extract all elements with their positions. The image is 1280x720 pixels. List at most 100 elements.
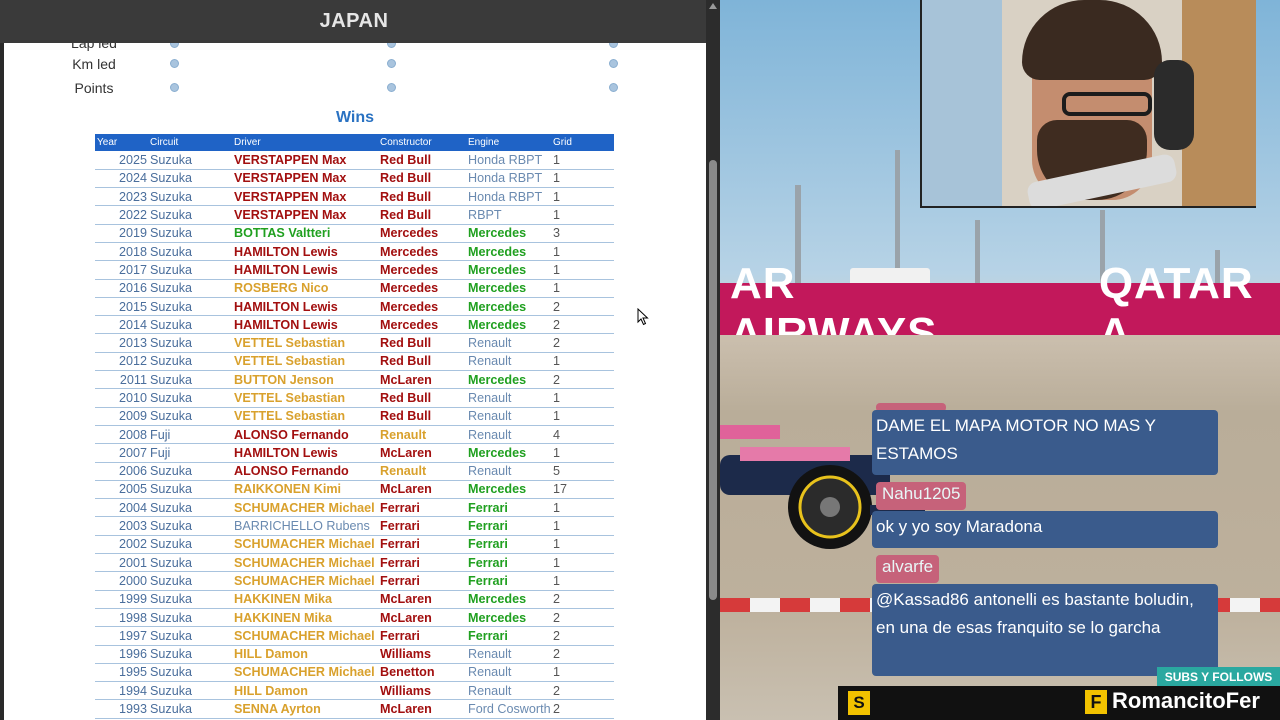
engine-link[interactable]: Renault [466,663,551,683]
engine-link[interactable]: Mercedes [466,297,551,317]
circuit-cell[interactable]: Suzuka [148,407,232,426]
engine-link[interactable]: Renault [466,645,551,664]
constructor-link[interactable]: Mercedes [378,242,466,262]
constructor-link[interactable]: Ferrari [378,535,466,555]
scroll-thumb[interactable] [709,160,717,600]
engine-link[interactable]: Mercedes [466,315,551,335]
circuit-cell[interactable]: Suzuka [148,590,232,609]
engine-link[interactable]: Ford Cosworth [466,699,551,719]
engine-link[interactable]: Renault [466,333,551,353]
driver-link[interactable]: VETTEL Sebastian [232,407,378,426]
engine-link[interactable]: RBPT [466,205,551,225]
constructor-link[interactable]: McLaren [378,443,466,463]
engine-link[interactable]: Mercedes [466,443,551,463]
driver-link[interactable]: VERSTAPPEN Max [232,151,378,170]
constructor-link[interactable]: Red Bull [378,205,466,225]
driver-link[interactable]: SCHUMACHER Michael [232,535,378,555]
circuit-cell[interactable]: Suzuka [148,462,232,481]
constructor-link[interactable]: Mercedes [378,297,466,317]
driver-link[interactable]: VERSTAPPEN Max [232,205,378,225]
circuit-cell[interactable]: Suzuka [148,626,232,646]
driver-link[interactable]: HAKKINEN Mika [232,608,378,628]
circuit-cell[interactable]: Suzuka [148,279,232,298]
engine-link[interactable]: Renault [466,352,551,372]
page-scrollbar[interactable] [706,0,720,720]
circuit-cell[interactable]: Suzuka [148,169,232,189]
constructor-link[interactable]: Red Bull [378,333,466,353]
constructor-link[interactable]: Ferrari [378,571,466,591]
circuit-cell[interactable]: Suzuka [148,187,232,207]
circuit-cell[interactable]: Suzuka [148,315,232,335]
circuit-cell[interactable]: Fuji [148,443,232,463]
circuit-cell[interactable]: Suzuka [148,260,232,280]
driver-link[interactable]: ROSBERG Nico [232,279,378,298]
engine-link[interactable]: Mercedes [466,260,551,280]
circuit-cell[interactable]: Suzuka [148,571,232,591]
constructor-link[interactable]: Williams [378,645,466,664]
driver-link[interactable]: SCHUMACHER Michael [232,498,378,518]
constructor-link[interactable]: McLaren [378,608,466,628]
constructor-link[interactable]: Ferrari [378,626,466,646]
circuit-cell[interactable]: Suzuka [148,498,232,518]
circuit-cell[interactable]: Suzuka [148,480,232,500]
driver-link[interactable]: RAIKKONEN Kimi [232,480,378,500]
engine-link[interactable]: Mercedes [466,480,551,500]
circuit-cell[interactable]: Suzuka [148,388,232,408]
circuit-cell[interactable]: Fuji [148,425,232,445]
driver-link[interactable]: HAMILTON Lewis [232,242,378,262]
circuit-cell[interactable]: Suzuka [148,205,232,225]
driver-link[interactable]: BARRICHELLO Rubens [232,516,378,536]
engine-link[interactable]: Ferrari [466,498,551,518]
constructor-link[interactable]: Mercedes [378,224,466,243]
constructor-link[interactable]: McLaren [378,370,466,390]
circuit-cell[interactable]: Suzuka [148,151,232,170]
driver-link[interactable]: SCHUMACHER Michael [232,571,378,591]
constructor-link[interactable]: Red Bull [378,151,466,170]
constructor-link[interactable]: Renault [378,462,466,481]
circuit-cell[interactable]: Suzuka [148,370,232,390]
constructor-link[interactable]: Renault [378,425,466,445]
circuit-cell[interactable]: Suzuka [148,645,232,664]
engine-link[interactable]: Mercedes [466,608,551,628]
circuit-cell[interactable]: Suzuka [148,224,232,243]
driver-link[interactable]: VERSTAPPEN Max [232,169,378,189]
circuit-cell[interactable]: Suzuka [148,553,232,573]
driver-link[interactable]: SCHUMACHER Michael [232,626,378,646]
engine-link[interactable]: Renault [466,681,551,701]
constructor-link[interactable]: McLaren [378,480,466,500]
constructor-link[interactable]: Benetton [378,663,466,683]
engine-link[interactable]: Ferrari [466,516,551,536]
engine-link[interactable]: Honda RBPT [466,187,551,207]
engine-link[interactable]: Ferrari [466,626,551,646]
constructor-link[interactable]: McLaren [378,590,466,609]
driver-link[interactable]: VETTEL Sebastian [232,388,378,408]
driver-link[interactable]: BOTTAS Valtteri [232,224,378,243]
circuit-cell[interactable]: Suzuka [148,242,232,262]
driver-link[interactable]: HAMILTON Lewis [232,315,378,335]
driver-link[interactable]: SENNA Ayrton [232,699,378,719]
constructor-link[interactable]: Red Bull [378,407,466,426]
circuit-cell[interactable]: Suzuka [148,297,232,317]
constructor-link[interactable]: Ferrari [378,553,466,573]
engine-link[interactable]: Mercedes [466,242,551,262]
engine-link[interactable]: Honda RBPT [466,151,551,170]
circuit-cell[interactable]: Suzuka [148,681,232,701]
engine-link[interactable]: Mercedes [466,224,551,243]
engine-link[interactable]: Ferrari [466,553,551,573]
driver-link[interactable]: HAKKINEN Mika [232,590,378,609]
constructor-link[interactable]: Mercedes [378,279,466,298]
constructor-link[interactable]: Red Bull [378,388,466,408]
driver-link[interactable]: ALONSO Fernando [232,462,378,481]
circuit-cell[interactable]: Suzuka [148,535,232,555]
circuit-cell[interactable]: Suzuka [148,608,232,628]
driver-link[interactable]: SCHUMACHER Michael [232,553,378,573]
driver-link[interactable]: VETTEL Sebastian [232,352,378,372]
constructor-link[interactable]: Mercedes [378,260,466,280]
engine-link[interactable]: Ferrari [466,571,551,591]
constructor-link[interactable]: Red Bull [378,187,466,207]
driver-link[interactable]: HAMILTON Lewis [232,297,378,317]
driver-link[interactable]: BUTTON Jenson [232,370,378,390]
scroll-up-icon[interactable] [709,3,717,9]
circuit-cell[interactable]: Suzuka [148,333,232,353]
driver-link[interactable]: HAMILTON Lewis [232,260,378,280]
